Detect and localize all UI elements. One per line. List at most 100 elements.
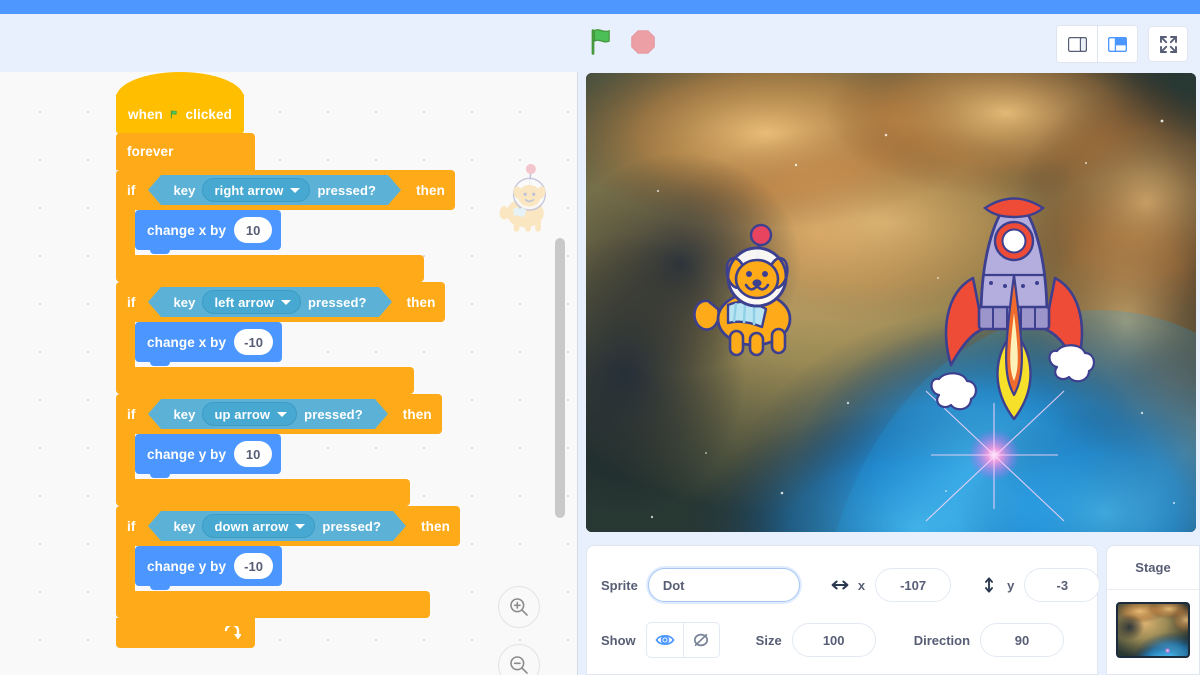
key-option-dropdown[interactable]: down arrow bbox=[202, 514, 316, 538]
zoom-in-button[interactable] bbox=[498, 586, 540, 628]
chevron-down-icon bbox=[295, 523, 306, 529]
y-label: y bbox=[1007, 577, 1015, 593]
project-controls bbox=[588, 27, 656, 57]
if-header: if key down arrow pressed? then bbox=[116, 506, 460, 546]
forever-contents: if key right arrow pressed? then change … bbox=[116, 170, 460, 618]
direction-label: Direction bbox=[913, 632, 971, 648]
stage-backdrop-thumbnail[interactable] bbox=[1116, 602, 1190, 658]
stop-sign-icon[interactable] bbox=[630, 29, 656, 55]
loop-arrow-icon bbox=[224, 625, 241, 639]
if-label: if bbox=[127, 518, 136, 534]
stage-backdrop bbox=[586, 73, 1196, 532]
toolbar bbox=[0, 14, 1200, 72]
key-option-dropdown[interactable]: left arrow bbox=[202, 290, 301, 314]
change-y-value-input[interactable]: 10 bbox=[234, 441, 273, 467]
y-axis-arrow-icon bbox=[985, 577, 994, 593]
stage-selector-panel[interactable]: Stage bbox=[1106, 545, 1200, 675]
if-label: if bbox=[127, 294, 136, 310]
if-then-block[interactable]: if key left arrow pressed? then change x… bbox=[116, 282, 460, 394]
code-scrollbar-track[interactable] bbox=[555, 72, 572, 675]
if-body: change x by -10 bbox=[135, 322, 282, 367]
stage-size-group bbox=[1056, 25, 1138, 63]
hide-sprite-button[interactable] bbox=[682, 623, 719, 657]
change-y-label: change y by bbox=[147, 558, 227, 574]
key-option-label: down arrow bbox=[214, 518, 289, 534]
change-y-by-block[interactable]: change y by -10 bbox=[135, 546, 282, 590]
forever-label: forever bbox=[127, 144, 174, 159]
large-stage-button[interactable] bbox=[1097, 26, 1137, 62]
then-label: then bbox=[421, 518, 450, 534]
size-input[interactable]: 100 bbox=[791, 623, 876, 657]
key-pressed-boolean[interactable]: key up arrow pressed? bbox=[148, 399, 389, 429]
menu-bar bbox=[0, 0, 1200, 14]
change-y-by-block[interactable]: change y by 10 bbox=[135, 434, 282, 478]
key-option-dropdown[interactable]: right arrow bbox=[202, 178, 311, 202]
key-option-label: right arrow bbox=[214, 182, 284, 198]
if-header: if key up arrow pressed? then bbox=[116, 394, 442, 434]
dot-dog-astronaut-sprite[interactable] bbox=[688, 219, 818, 359]
key-option-dropdown[interactable]: up arrow bbox=[202, 402, 298, 426]
direction-input[interactable]: 90 bbox=[980, 623, 1065, 657]
sprite-info-panel: Sprite Dot x -107 y -3 Show Size 100 Dir… bbox=[586, 545, 1101, 675]
if-footer bbox=[116, 367, 414, 394]
pressed-label: pressed? bbox=[322, 518, 382, 534]
key-pressed-boolean[interactable]: key down arrow pressed? bbox=[148, 511, 406, 541]
key-pressed-boolean[interactable]: key left arrow pressed? bbox=[148, 287, 392, 317]
sprite-info-row-1: Sprite Dot x -107 y -3 bbox=[601, 568, 1101, 602]
forever-footer bbox=[116, 618, 255, 648]
key-pressed-boolean[interactable]: key right arrow pressed? bbox=[148, 175, 401, 205]
sprite-name-label: Sprite bbox=[601, 577, 638, 593]
change-x-label: change x by bbox=[147, 334, 227, 350]
chevron-down-icon bbox=[290, 187, 301, 193]
change-x-value-input[interactable]: -10 bbox=[234, 329, 273, 355]
if-then-block[interactable]: if key right arrow pressed? then change … bbox=[116, 170, 460, 282]
if-left-rail bbox=[116, 434, 135, 479]
change-x-label: change x by bbox=[147, 222, 227, 238]
pressed-label: pressed? bbox=[304, 406, 363, 422]
zoom-out-button[interactable] bbox=[498, 644, 540, 675]
change-x-by-block[interactable]: change x by -10 bbox=[135, 322, 282, 366]
key-label: key bbox=[173, 406, 196, 422]
sprite-name-input[interactable]: Dot bbox=[647, 568, 800, 602]
eye-icon bbox=[655, 634, 675, 646]
if-then-block[interactable]: if key up arrow pressed? then change y b… bbox=[116, 394, 460, 506]
key-label: key bbox=[173, 518, 196, 534]
y-position-input[interactable]: -3 bbox=[1024, 568, 1101, 602]
if-then-block[interactable]: if key down arrow pressed? then change y… bbox=[116, 506, 460, 618]
size-label: Size bbox=[755, 632, 782, 648]
code-stage-divider bbox=[577, 72, 578, 675]
sprite-watermark-icon bbox=[499, 164, 546, 232]
key-label: key bbox=[173, 294, 196, 310]
x-axis-arrow-icon bbox=[831, 580, 849, 590]
stage-area bbox=[586, 72, 1198, 534]
change-x-by-block[interactable]: change x by 10 bbox=[135, 210, 282, 254]
green-flag-icon[interactable] bbox=[588, 27, 616, 57]
stage-selector-title: Stage bbox=[1107, 546, 1199, 590]
if-body: change y by -10 bbox=[135, 546, 282, 591]
small-stage-button[interactable] bbox=[1057, 26, 1097, 62]
show-hide-toggle-group bbox=[645, 622, 720, 658]
x-position-input[interactable]: -107 bbox=[875, 568, 952, 602]
fullscreen-button[interactable] bbox=[1148, 26, 1188, 62]
then-label: then bbox=[402, 406, 432, 422]
if-header: if key left arrow pressed? then bbox=[116, 282, 446, 322]
if-footer bbox=[116, 591, 430, 618]
change-y-value-input[interactable]: -10 bbox=[234, 553, 273, 579]
show-label: Show bbox=[601, 632, 636, 648]
pressed-label: pressed? bbox=[317, 182, 377, 198]
change-x-value-input[interactable]: 10 bbox=[234, 217, 273, 243]
code-workspace[interactable]: when clicked forever if key right arrow … bbox=[0, 72, 578, 675]
if-footer bbox=[116, 255, 424, 282]
stage-canvas[interactable] bbox=[586, 73, 1196, 532]
when-flag-clicked-block[interactable]: when clicked bbox=[116, 72, 244, 134]
pressed-label: pressed? bbox=[307, 294, 367, 310]
code-scrollbar-thumb[interactable] bbox=[555, 238, 565, 518]
if-left-rail bbox=[116, 210, 135, 255]
rocketship-sprite[interactable] bbox=[929, 183, 1099, 433]
if-body: change x by 10 bbox=[135, 210, 282, 255]
show-sprite-button[interactable] bbox=[647, 623, 683, 657]
script-stack[interactable]: when clicked forever if key right arrow … bbox=[116, 72, 460, 648]
forever-block[interactable]: forever if key right arrow pressed? then… bbox=[116, 133, 460, 648]
key-option-label: up arrow bbox=[214, 406, 271, 422]
eye-slash-icon bbox=[694, 633, 709, 647]
